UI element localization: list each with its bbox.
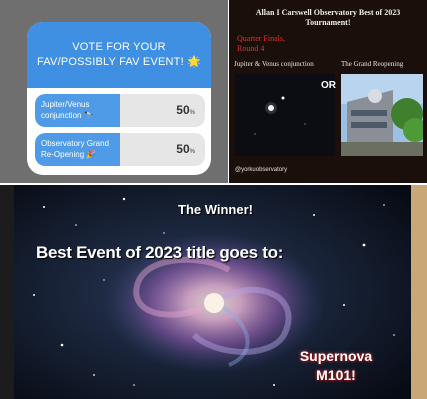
tournament-title: Allan I Carswell Observatory Best of 202… — [255, 8, 401, 27]
winner-answer-line1: Supernova — [299, 348, 373, 364]
poll-question: VOTE FOR YOUR FAV/POSSIBLY FAV EVENT! 🌟 — [27, 22, 211, 88]
poll-option-percent: 50% — [176, 142, 195, 156]
screen-bezel-left — [0, 185, 14, 399]
winner-heading: The Winner! — [178, 202, 253, 217]
screen-bezel-right — [411, 185, 427, 399]
poll-option-jupiter-venus[interactable]: Jupiter/Venus conjunction 🔭 50% — [35, 94, 205, 127]
tournament-round: Quarter Finals, Round 4 — [237, 34, 285, 53]
grand-reopening-photo — [341, 74, 423, 156]
winner-answer-line2: M101! — [316, 367, 356, 383]
account-handle: @yorkuobservatory — [235, 167, 288, 173]
poll-card: VOTE FOR YOUR FAV/POSSIBLY FAV EVENT! 🌟 … — [27, 22, 211, 175]
poll-option-percent: 50% — [176, 103, 195, 117]
winner-subheading: Best Event of 2023 title goes to: — [36, 243, 284, 262]
right-option-label: The Grand Reopening — [341, 60, 404, 68]
poll-story-panel: VOTE FOR YOUR FAV/POSSIBLY FAV EVENT! 🌟 … — [0, 0, 228, 183]
winner-slide: The Winner! Best Event of 2023 title goe… — [0, 185, 427, 399]
poll-option-label: Observatory Grand Re-Opening 🎉 — [41, 139, 110, 159]
versus-text: OR — [321, 80, 336, 91]
tournament-panel: Allan I Carswell Observatory Best of 202… — [229, 0, 427, 183]
poll-option-label: Jupiter/Venus conjunction 🔭 — [41, 100, 94, 120]
winner-answer: Supernova M101! — [288, 347, 384, 385]
conjunction-photo — [235, 74, 335, 156]
left-option-label: Jupiter & Venus conjunction — [234, 60, 314, 68]
poll-option-grand-reopening[interactable]: Observatory Grand Re-Opening 🎉 50% — [35, 133, 205, 166]
